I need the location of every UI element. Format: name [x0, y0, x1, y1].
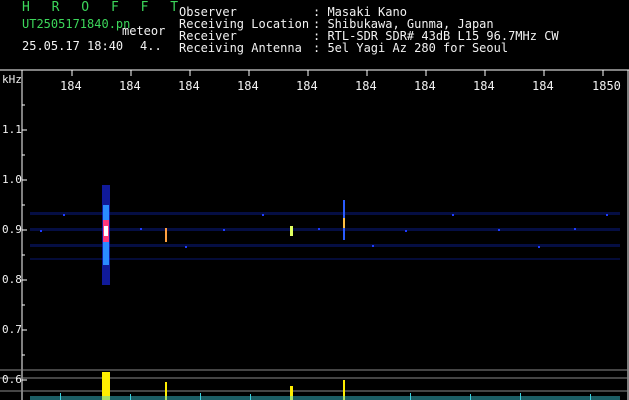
x-tick-label: 184: [414, 79, 436, 93]
x-tick-label: 1850: [592, 79, 621, 93]
y-tick-label: 1.0: [2, 173, 22, 186]
x-tick-label: 184: [237, 79, 259, 93]
signal-noise-floor: [30, 393, 620, 400]
y-tick-label: 0.8: [2, 273, 22, 286]
y-tick-marks: [22, 104, 27, 381]
lower-panel-lines: [0, 369, 629, 392]
x-tick-label: 184: [178, 79, 200, 93]
header-value-antenna: : 5el Yagi Az 280 for Seoul: [313, 41, 509, 55]
meteor-echo-faint: [165, 200, 345, 242]
y-axis-unit: kHz: [2, 73, 22, 86]
x-tick-marks: [71, 70, 604, 76]
header-label-antenna: Receiving Antenna: [179, 41, 302, 55]
meteor-echo-main: [102, 185, 110, 285]
mode-tag: meteor: [122, 24, 166, 38]
signal-strength-bars: [102, 372, 345, 400]
date-time: 25.05.17 18:40: [22, 39, 124, 53]
y-tick-label: 0.9: [2, 223, 22, 236]
x-tick-label: 184: [119, 79, 141, 93]
y-tick-label: 0.6: [2, 373, 22, 386]
x-tick-label: 184: [473, 79, 495, 93]
y-tick-label: 0.7: [2, 323, 22, 336]
minute-mark: 4..: [140, 39, 162, 53]
x-tick-label: 184: [532, 79, 554, 93]
noise-band: [30, 212, 620, 260]
x-tick-label: 184: [60, 79, 82, 93]
x-tick-label: 184: [355, 79, 377, 93]
brand-title: H R O F F T: [22, 0, 186, 15]
waterfall-spectrogram: [0, 69, 629, 400]
y-tick-label: 1.1: [2, 123, 22, 136]
file-name: UT2505171840.pn: [22, 17, 131, 31]
x-tick-label: 184: [296, 79, 318, 93]
